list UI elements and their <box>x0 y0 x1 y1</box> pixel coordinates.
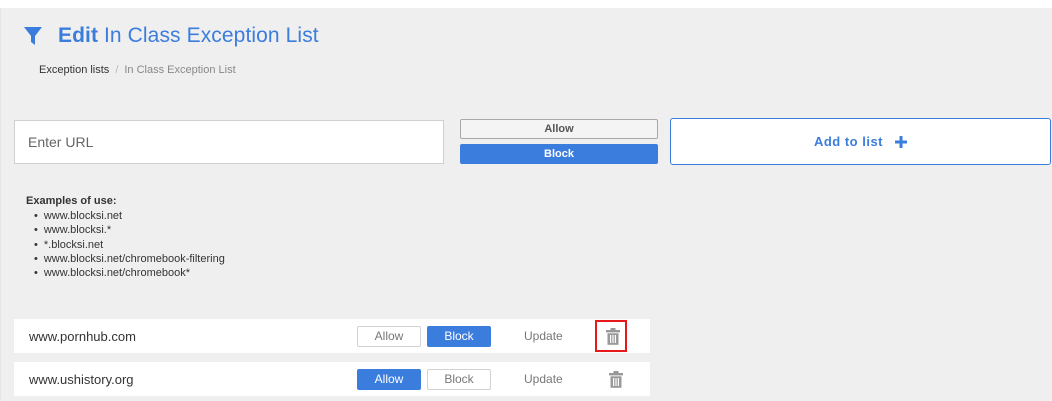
row-update-link[interactable]: Update <box>524 329 563 343</box>
breadcrumb-current: In Class Exception List <box>124 64 236 76</box>
exception-host: www.ushistory.org <box>29 371 134 387</box>
examples-title: Examples of use: <box>26 195 117 207</box>
row-allow-button[interactable]: Allow <box>357 368 421 390</box>
url-input[interactable] <box>14 120 444 164</box>
row-block-button[interactable]: Block <box>427 325 491 347</box>
mode-block-button[interactable]: Block <box>460 144 658 164</box>
add-to-list-button[interactable]: Add to list <box>670 118 1051 165</box>
trash-icon[interactable] <box>595 319 631 353</box>
exception-row: www.pornhub.com Allow Block Update <box>14 319 650 353</box>
filter-icon <box>22 25 44 47</box>
page-header: Edit In Class Exception List <box>22 24 319 48</box>
plus-icon <box>895 133 908 151</box>
example-item: *.blocksi.net <box>34 238 225 252</box>
mode-allow-button[interactable]: Allow <box>460 119 658 139</box>
row-allow-button[interactable]: Allow <box>357 325 421 347</box>
row-block-button[interactable]: Block <box>427 368 491 390</box>
example-item: www.blocksi.* <box>34 223 225 237</box>
example-item: www.blocksi.net/chromebook* <box>34 266 225 280</box>
example-item: www.blocksi.net/chromebook-filtering <box>34 252 225 266</box>
page-title: Edit In Class Exception List <box>58 24 319 48</box>
page-title-bold: Edit <box>58 24 99 47</box>
exception-host: www.pornhub.com <box>29 328 136 344</box>
breadcrumb: Exception lists / In Class Exception List <box>39 64 236 76</box>
breadcrumb-parent-link[interactable]: Exception lists <box>39 64 109 76</box>
examples-list: www.blocksi.net www.blocksi.* *.blocksi.… <box>26 209 225 280</box>
exception-row: www.ushistory.org Allow Block Update <box>14 362 650 396</box>
breadcrumb-separator: / <box>115 64 119 76</box>
page-title-rest: In Class Exception List <box>104 24 319 47</box>
add-to-list-label: Add to list <box>813 134 884 149</box>
top-bar <box>0 0 1052 8</box>
trash-icon[interactable] <box>598 362 634 396</box>
example-item: www.blocksi.net <box>34 209 225 223</box>
examples-block: Examples of use: www.blocksi.net www.blo… <box>26 195 225 280</box>
row-update-link[interactable]: Update <box>524 372 563 386</box>
